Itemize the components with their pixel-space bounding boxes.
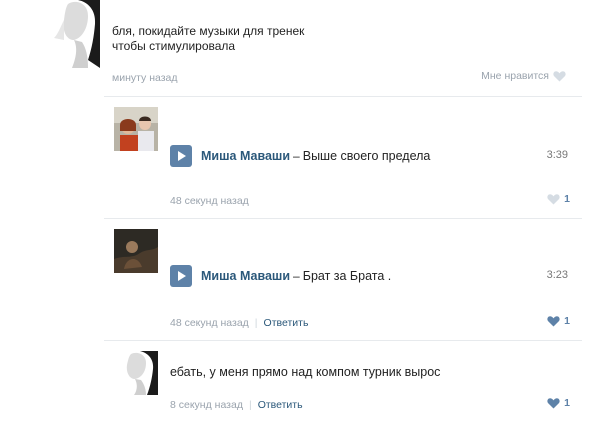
play-icon[interactable] [170,265,192,287]
comment-like-button[interactable]: 1 [547,397,570,409]
meta-separator: | [254,317,258,329]
post-author-avatar[interactable] [48,0,100,68]
heart-icon [547,315,560,327]
comment-timestamp[interactable]: 48 секунд назад [170,195,249,207]
like-count: 1 [564,193,570,205]
wall-post: бля, покидайте музыки для тренек чтобы с… [0,0,600,96]
track-dash: – [293,149,300,163]
like-count: 1 [564,397,570,409]
track-dash: – [293,269,300,283]
track-title: Выше своего предела [302,149,431,163]
track-artist[interactable]: Миша Маваши [201,149,290,163]
comment-timestamp[interactable]: 8 секунд назад [170,399,243,411]
comment-meta: 48 секунд назад | Ответить [170,317,308,329]
post-text-line: чтобы стимулировала [112,39,236,53]
like-label: Мне нравится [481,70,549,82]
track-title: Брат за Брата . [302,269,392,283]
track-artist[interactable]: Миша Маваши [201,269,290,283]
meta-separator: | [248,399,252,411]
post-timestamp[interactable]: минуту назад [112,72,178,84]
comment: ебать, у меня прямо над компом турник вы… [104,340,582,422]
commenter-avatar[interactable] [114,107,158,151]
commenter-avatar[interactable] [114,229,158,273]
comment-like-button[interactable]: 1 [547,315,570,327]
comment-text: ебать, у меня прямо над компом турник вы… [170,365,441,379]
like-count: 1 [564,315,570,327]
audio-track[interactable]: Миша Маваши – Выше своего предела [170,145,430,167]
heart-icon [553,70,566,82]
play-icon[interactable] [170,145,192,167]
heart-icon [547,397,560,409]
post-like-button[interactable]: Мне нравится [481,70,566,82]
heart-icon [547,193,560,205]
post-text-line: бля, покидайте музыки для тренек [112,24,305,38]
track-duration: 3:39 [546,149,568,161]
comment-meta: 48 секунд назад [170,195,249,207]
comment-timestamp[interactable]: 48 секунд назад [170,317,249,329]
comment: Миша Маваши – Выше своего предела 3:39 4… [104,96,582,218]
post-text: бля, покидайте музыки для тренек чтобы с… [112,24,412,54]
comment: Миша Маваши – Брат за Брата . 3:23 48 се… [104,218,582,340]
commenter-avatar[interactable] [114,351,158,395]
reply-link[interactable]: Ответить [264,317,309,329]
track-duration: 3:23 [546,269,568,281]
comment-like-button[interactable]: 1 [547,193,570,205]
audio-track[interactable]: Миша Маваши – Брат за Брата . [170,265,391,287]
comment-meta: 8 секунд назад | Ответить [170,399,303,411]
reply-link[interactable]: Ответить [258,399,303,411]
